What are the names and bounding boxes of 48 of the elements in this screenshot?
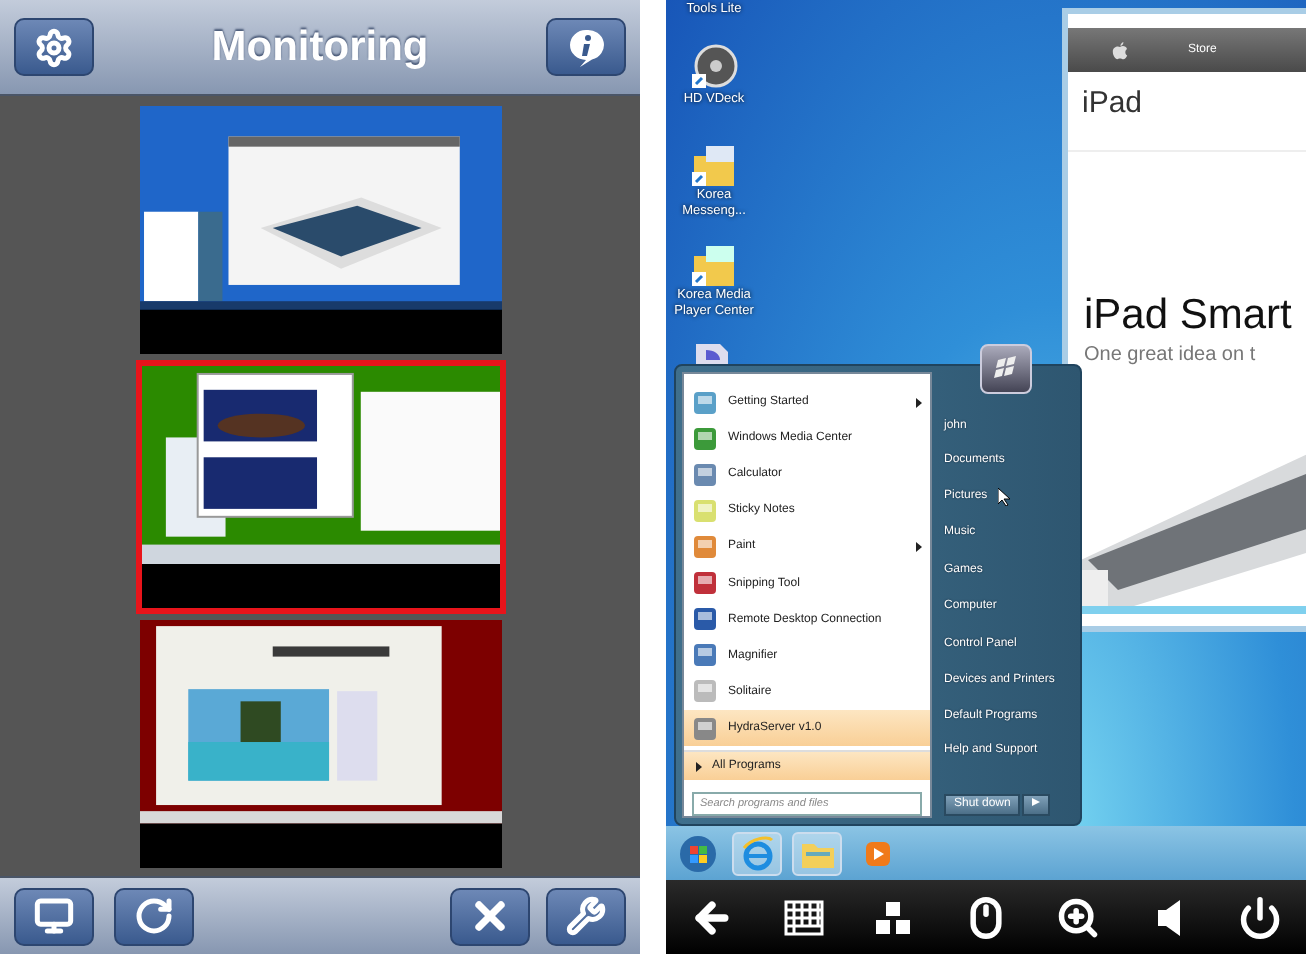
app-icon (692, 606, 718, 633)
page-title: iPad (1068, 72, 1306, 152)
screen-thumbnail[interactable] (139, 620, 501, 868)
keyboard-icon (783, 899, 824, 935)
refresh-icon (134, 896, 174, 936)
refresh-button[interactable] (114, 887, 194, 945)
app-icon (692, 461, 718, 488)
app-icon (692, 715, 718, 742)
screen-thumbnail[interactable] (135, 360, 505, 614)
submenu-arrow-icon (916, 541, 922, 552)
power-icon (1238, 895, 1283, 939)
app-icon (692, 678, 718, 705)
monitor-button[interactable] (14, 887, 94, 945)
subheadline: One great idea on t (1084, 344, 1258, 366)
app-icon (692, 570, 718, 597)
speaker-icon (1157, 899, 1180, 935)
cursor-icon (998, 488, 1010, 506)
play-icon (865, 841, 889, 865)
info-icon (566, 27, 606, 67)
tools-button[interactable] (546, 887, 626, 945)
browser-icon (739, 835, 775, 871)
browser-taskbar-button[interactable] (732, 831, 782, 875)
close-button[interactable] (450, 887, 530, 945)
windows-orb-icon (677, 833, 717, 873)
app-icon (692, 533, 718, 560)
apple-icon (1112, 41, 1128, 59)
app-icon (692, 642, 718, 669)
app-icon (692, 389, 718, 416)
screen-title: Monitoring (211, 23, 429, 71)
info-button[interactable] (546, 18, 626, 76)
settings-button[interactable] (14, 18, 94, 76)
squares-icon (874, 899, 915, 935)
wrench-icon (566, 896, 606, 936)
back-arrow-icon (689, 895, 734, 939)
folder-icon (690, 144, 738, 188)
shutdown-options-button[interactable] (1022, 793, 1051, 816)
zoom-in-icon (1055, 895, 1100, 939)
app-icon (692, 425, 718, 452)
folder-icon (690, 244, 738, 288)
monitor-icon (34, 896, 74, 936)
submenu-arrow-icon (916, 397, 922, 408)
screen-thumbnail[interactable] (139, 106, 501, 354)
headline: iPad Smart (1084, 292, 1294, 340)
settings-icon (34, 27, 74, 67)
disc-icon (690, 44, 738, 92)
arrow-icon (696, 761, 702, 772)
caret-icon (1032, 798, 1041, 807)
app-icon (692, 497, 718, 524)
